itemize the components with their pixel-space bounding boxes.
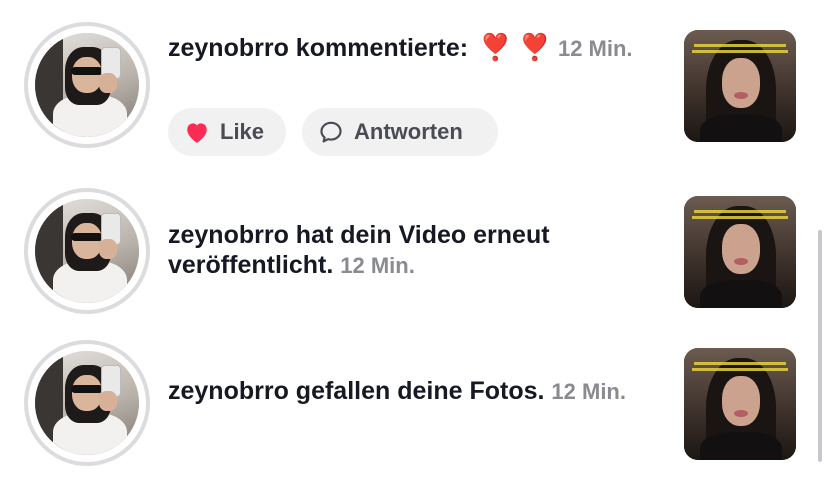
avatar[interactable] (24, 188, 150, 314)
notification-text: zeynobrro kommentierte: ❣️ ❣️ 12 Min. (168, 32, 668, 64)
avatar-image (35, 351, 139, 455)
timestamp: 12 Min. (551, 379, 626, 404)
avatar[interactable] (24, 22, 150, 148)
notification-text: zeynobrro gefallen deine Fotos. 12 Min. (168, 376, 668, 407)
username[interactable]: zeynobrro (168, 34, 289, 62)
like-label: Like (220, 119, 265, 144)
notification-text: zeynobrro hat dein Video erneut veröffen… (168, 220, 638, 281)
reply-button[interactable]: Antworten (302, 108, 498, 156)
reply-label: Antworten (354, 119, 463, 144)
action-text: kommentierte: (288, 34, 476, 62)
username[interactable]: zeynobrro (168, 221, 289, 249)
video-thumbnail[interactable] (684, 196, 796, 308)
video-thumbnail[interactable] (684, 30, 796, 142)
notification-item[interactable]: zeynobrro hat dein Video erneut veröffen… (0, 180, 828, 330)
timestamp: 12 Min. (557, 36, 633, 61)
action-text: gefallen deine Fotos. (288, 377, 545, 405)
notification-item[interactable]: zeynobrro kommentierte: ❣️ ❣️ 12 Min. Li… (0, 0, 828, 180)
photo-thumbnail[interactable] (684, 348, 796, 460)
heart-exclamation-emoji: ❣️ ❣️ (479, 32, 552, 62)
scrollbar[interactable] (818, 230, 822, 462)
notification-item[interactable]: zeynobrro gefallen deine Fotos. 12 Min. (0, 330, 828, 484)
like-button[interactable]: Like (168, 108, 286, 156)
username[interactable]: zeynobrro (168, 377, 289, 405)
heart-icon (184, 120, 210, 144)
speech-bubble-icon (318, 119, 344, 145)
timestamp: 12 Min. (340, 253, 415, 278)
avatar-image (35, 199, 139, 303)
avatar[interactable] (24, 340, 150, 466)
avatar-image (35, 33, 139, 137)
